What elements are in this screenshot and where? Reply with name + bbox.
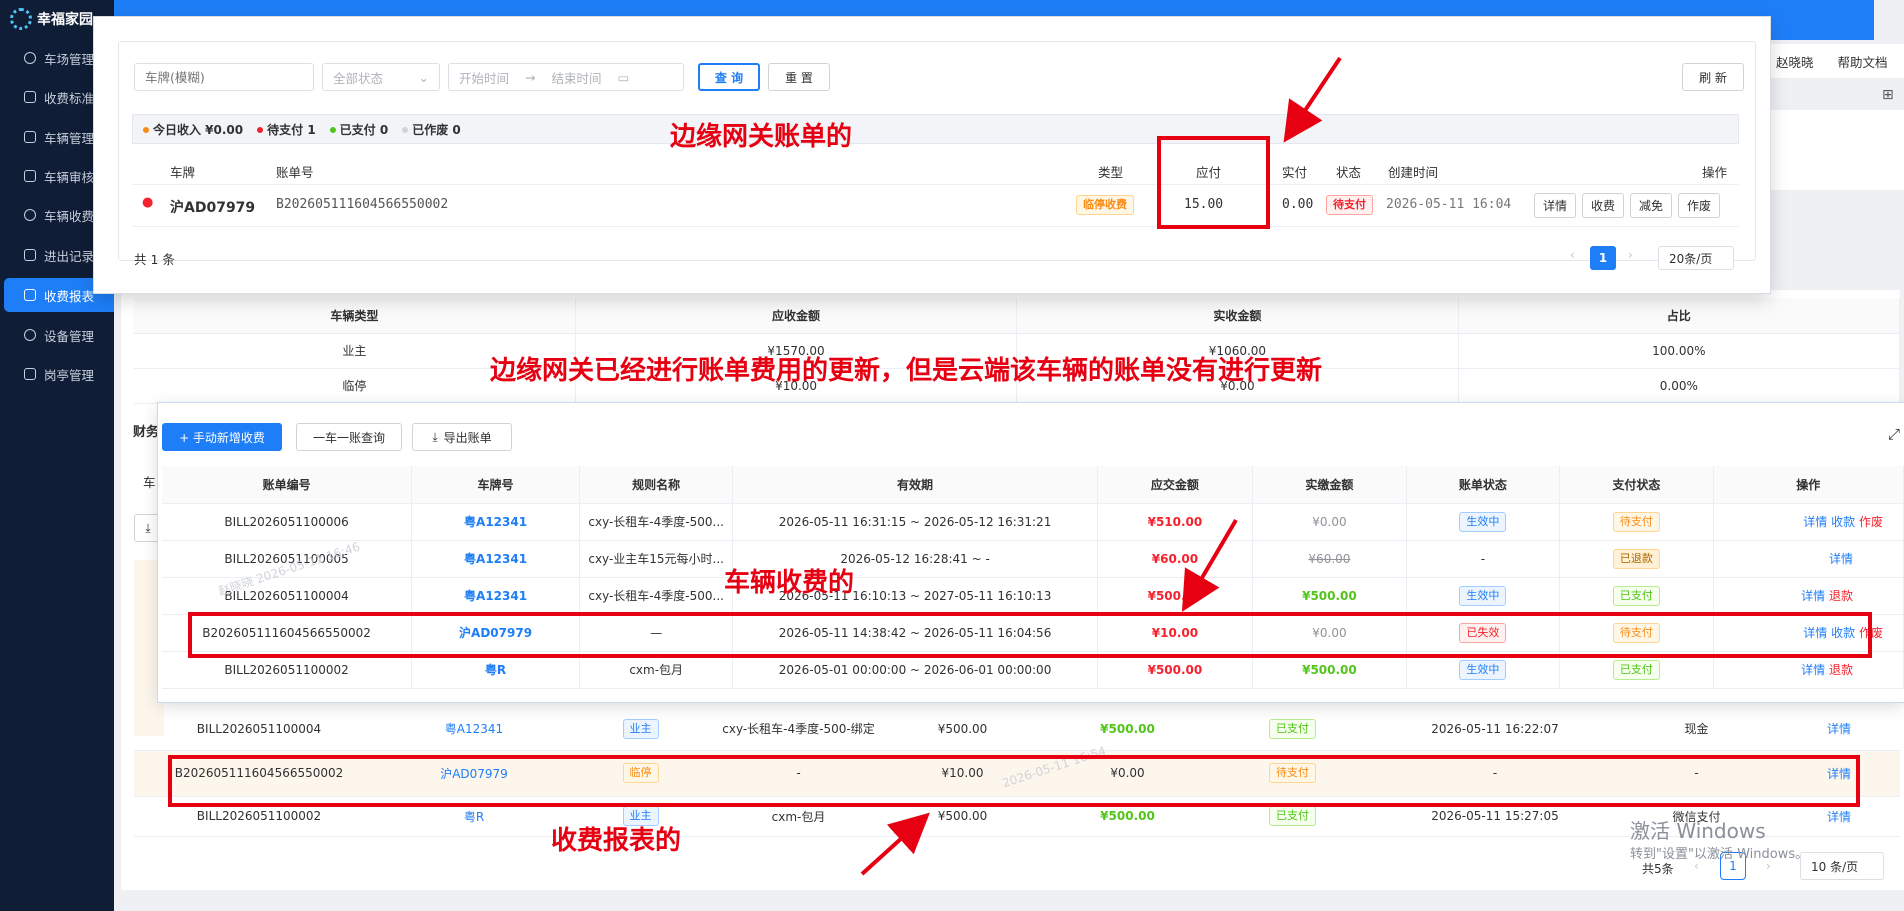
- arrow-to-gateway-payable: [1283, 56, 1342, 143]
- annotation-arrows: [860, 56, 1342, 876]
- activate-windows-hint: 转到"设置"以激活 Windows。: [1630, 847, 1809, 862]
- arrow-to-vehicle-fee-row: [1181, 518, 1238, 612]
- activate-windows-title: 激活 Windows: [1630, 819, 1766, 843]
- arrow-to-report-row: [860, 812, 930, 876]
